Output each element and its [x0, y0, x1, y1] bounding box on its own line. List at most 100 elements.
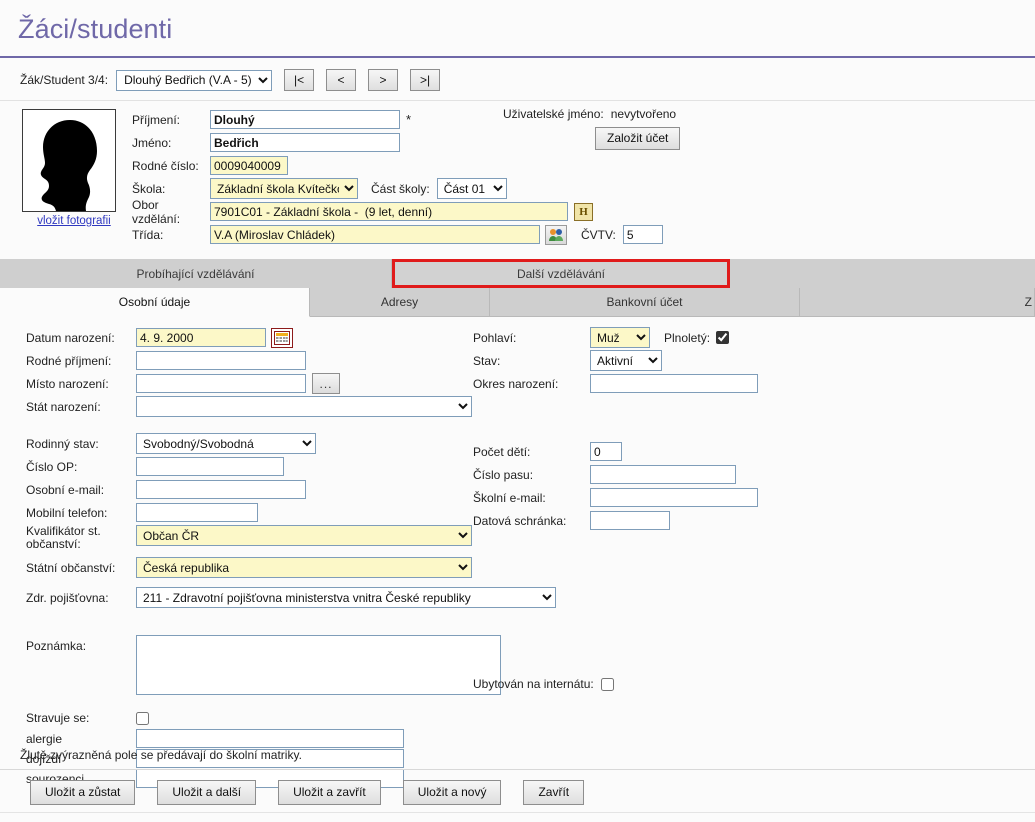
gender-row: Pohlaví: Muž Plnoletý: [473, 327, 758, 348]
birth-district-label: Okres narození: [473, 376, 559, 391]
school-email-input[interactable] [590, 488, 758, 507]
tab-ongoing-education[interactable]: Probíhající vzdělávání [0, 259, 392, 288]
page-title: Žáci/studenti [18, 14, 173, 44]
tab-further-education[interactable]: Další vzdělávání [392, 259, 730, 288]
passport-row: Číslo pasu: [473, 464, 758, 485]
meals-row: Stravuje se: [26, 709, 556, 727]
insert-photo-link[interactable]: vložit fotografii [22, 215, 126, 227]
secondary-tab-row: Osobní údaje Adresy Bankovní účet Z [0, 288, 1035, 317]
citizenship-row: Státní občanství: Česká republika [26, 557, 556, 578]
birth-number-input[interactable] [210, 156, 288, 175]
birth-place-picker-button[interactable]: ... [312, 373, 340, 394]
personal-email-input[interactable] [136, 480, 306, 499]
data-box-input[interactable] [590, 511, 670, 530]
gender-label: Pohlaví: [473, 330, 517, 345]
passport-input[interactable] [590, 465, 736, 484]
field-of-study-input[interactable] [210, 202, 568, 221]
id-card-label: Číslo OP: [26, 459, 78, 474]
username-value: nevytvořeno [610, 107, 677, 121]
insurance-label: Zdr. pojišťovna: [26, 590, 109, 605]
person-silhouette-icon [40, 120, 97, 211]
class-input[interactable] [210, 225, 540, 244]
birth-date-label: Datum narození: [26, 330, 115, 345]
save-and-next-button[interactable]: Uložit a další [157, 780, 257, 806]
dormitory-checkbox[interactable] [600, 677, 614, 691]
cvtv-input[interactable] [622, 225, 663, 244]
status-label: Stav: [473, 353, 501, 368]
citizenship-qualifier-select[interactable]: Občan ČR [136, 525, 472, 546]
birth-district-input[interactable] [590, 374, 758, 393]
note-label: Poznámka: [26, 639, 87, 653]
adult-checkbox[interactable] [716, 331, 730, 344]
personal-email-label: Osobní e-mail: [26, 482, 105, 497]
two-people-icon[interactable] [545, 224, 567, 245]
citizenship-qualifier-label-line1: Kvalifikátor st. [26, 524, 101, 538]
citizenship-qualifier-label-line2: občanství: [26, 537, 81, 551]
record-navigator: Žák/Student 3/4: Dlouhý Bedřich (V.A - 5… [0, 58, 1035, 100]
birth-country-label: Stát narození: [26, 399, 101, 414]
school-label: Škola: [132, 181, 166, 196]
two-people-icon-glyph [549, 228, 563, 241]
school-row: Škola: Základní škola Kvítečkov Část ško… [132, 178, 663, 199]
matrika-note: Žlutě zvýrazněná pole se předávají do šk… [20, 748, 302, 762]
school-part-select[interactable]: Část 01 [436, 178, 507, 199]
marital-status-label: Rodinný stav: [26, 436, 99, 451]
gender-select[interactable]: Muž [590, 327, 650, 348]
field-of-study-label: Obor vzdělání: [132, 197, 181, 226]
account-block: Uživatelské jméno: nevytvořeno Založit ú… [503, 107, 681, 151]
mobile-input[interactable] [136, 503, 258, 522]
calendar-icon-glyph [274, 330, 290, 345]
citizenship-select[interactable]: Česká republika [136, 557, 472, 578]
tab-bank-account[interactable]: Bankovní účet [490, 288, 800, 317]
previous-record-button[interactable]: < [326, 69, 357, 91]
birth-surname-label: Rodné příjmení: [26, 353, 112, 368]
close-button[interactable]: Zavřít [523, 780, 585, 806]
primary-tab-row: Probíhající vzdělávání Další vzdělávání [0, 259, 1035, 288]
birth-country-select[interactable] [136, 396, 472, 417]
birth-date-input[interactable] [136, 328, 266, 347]
marital-status-select[interactable]: Svobodný/Svobodná [136, 433, 316, 454]
username-row: Uživatelské jméno: nevytvořeno [503, 107, 680, 121]
allergy-input[interactable] [136, 729, 404, 748]
cvtv-label: ČVTV: [581, 227, 616, 242]
meals-checkbox[interactable] [136, 711, 149, 725]
study-history-button[interactable]: H [574, 202, 593, 221]
allergy-row: alergie [26, 729, 556, 748]
surname-required-marker: * [406, 112, 412, 127]
birth-number-label: Rodné číslo: [132, 158, 199, 173]
save-and-new-button[interactable]: Uložit a nový [402, 780, 502, 806]
birth-place-input[interactable] [136, 374, 306, 393]
tab-personal-data[interactable]: Osobní údaje [0, 288, 310, 317]
dormitory-row: Ubytován na internátu: [473, 677, 614, 691]
passport-label: Číslo pasu: [473, 467, 534, 482]
first-record-button[interactable]: |< [284, 69, 315, 91]
birth-surname-input[interactable] [136, 351, 306, 370]
calendar-icon[interactable] [271, 327, 293, 348]
next-record-button[interactable]: > [368, 69, 399, 91]
citizenship-label: Státní občanství: [26, 560, 116, 575]
last-record-button[interactable]: >| [410, 69, 441, 91]
insurance-select[interactable]: 211 - Zdravotní pojišťovna ministerstva … [136, 587, 556, 608]
record-select[interactable]: Dlouhý Bedřich (V.A - 5) [116, 69, 273, 91]
birth-number-row: Rodné číslo: [132, 155, 663, 176]
save-and-stay-button[interactable]: Uložit a zůstat [30, 780, 136, 806]
firstname-input[interactable] [210, 133, 400, 152]
record-navigator-label: Žák/Student 3/4: [20, 73, 109, 87]
school-email-row: Školní e-mail: [473, 487, 758, 508]
note-textarea[interactable] [136, 635, 501, 695]
citizenship-qualifier-label: Kvalifikátor st. občanství: [26, 525, 136, 551]
photo-column: vložit fotografii [22, 109, 126, 247]
surname-input[interactable] [210, 110, 400, 129]
username-label: Uživatelské jméno: [503, 107, 604, 121]
id-card-input[interactable] [136, 457, 284, 476]
create-account-button[interactable]: Založit účet [595, 127, 681, 151]
save-and-close-button[interactable]: Uložit a zavřít [278, 780, 381, 806]
children-count-input[interactable] [590, 442, 622, 461]
tab-addresses[interactable]: Adresy [310, 288, 490, 317]
children-count-row: Počet dětí: [473, 441, 758, 462]
photo-placeholder[interactable] [22, 109, 116, 212]
tab-truncated[interactable]: Z [800, 288, 1035, 317]
school-select[interactable]: Základní škola Kvítečkov [210, 178, 358, 199]
identity-panel: vložit fotografii Příjmení: * Jméno: Rod… [0, 101, 1035, 253]
status-select[interactable]: Aktivní [590, 350, 662, 371]
